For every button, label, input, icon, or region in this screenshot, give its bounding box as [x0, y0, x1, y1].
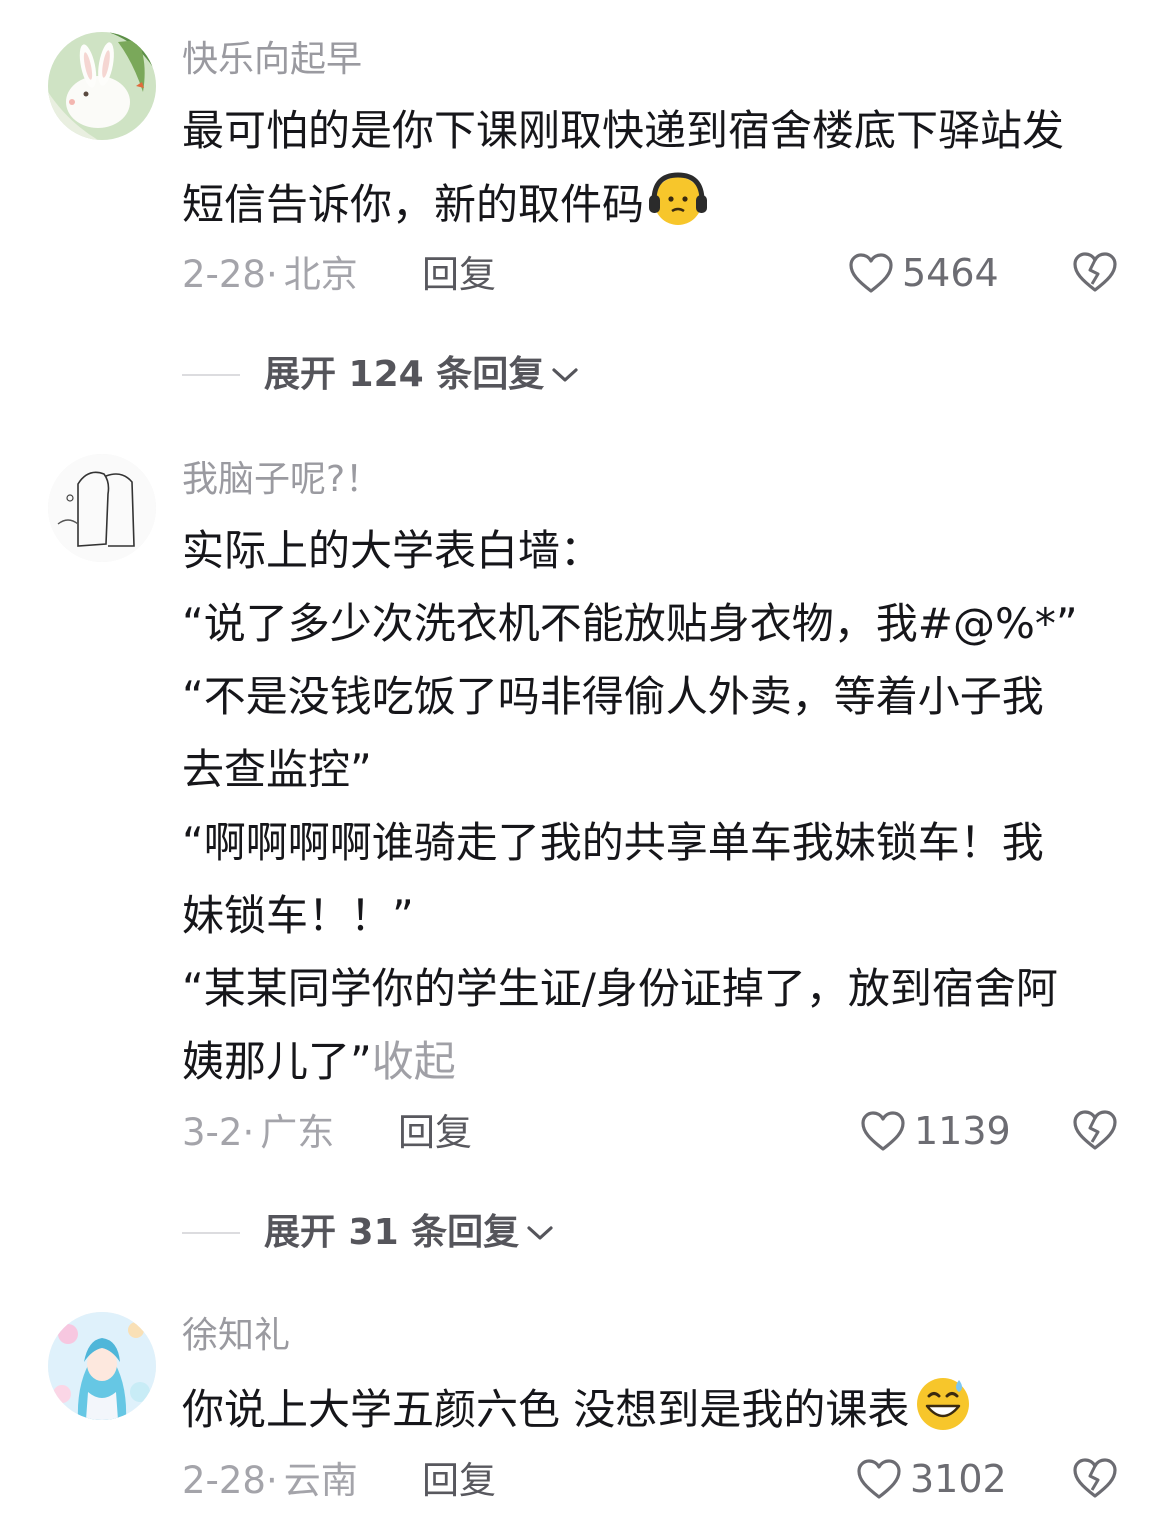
comment-meta: 2-28· 北京 — [182, 252, 358, 298]
username[interactable]: 快乐向起早 — [182, 38, 362, 82]
grinning-sweat-emoji — [917, 1378, 970, 1430]
divider-line — [182, 374, 240, 376]
reply-button[interactable]: 回复 — [422, 252, 496, 298]
comment-text: 实际上的大学表白墙： “说了多少次洗衣机不能放贴身衣物，我#@%*” “不是没钱… — [182, 514, 1122, 1098]
comment-location: 北京 — [283, 253, 358, 296]
dislike-button[interactable] — [1072, 1108, 1122, 1158]
avatar[interactable] — [48, 454, 156, 562]
dislike-button[interactable] — [1072, 250, 1122, 300]
avatar[interactable] — [48, 1312, 156, 1420]
comment-location: 广东 — [260, 1111, 335, 1154]
comment-date: 2-28 — [182, 1459, 266, 1502]
comment-date: 3-2 — [182, 1111, 243, 1154]
comment-line: “不是没钱吃饭了吗非得偷人外卖，等着小子我 — [182, 672, 1044, 721]
comment-text: 最可怕的是你下课刚取快递到宿舍楼底下驿站发 短信告诉你，新的取件码 — [182, 94, 1122, 241]
broken-heart-icon — [1073, 1458, 1117, 1498]
anime-girl-avatar-image — [48, 1312, 156, 1420]
dislike-button[interactable] — [1072, 1456, 1122, 1506]
comment-line-text: 姨那儿了” — [182, 1037, 372, 1086]
collapse-link[interactable]: 收起 — [372, 1037, 456, 1086]
expand-replies[interactable]: 展开 31 条回复 — [182, 1210, 555, 1256]
avatar[interactable] — [48, 32, 156, 140]
comment-line: 妹锁车！！” — [182, 891, 414, 940]
comment-line: 去查监控” — [182, 745, 372, 794]
like-count: 1139 — [914, 1109, 1011, 1153]
heart-icon — [849, 253, 893, 293]
comment-line: 短信告诉你，新的取件码 — [182, 167, 1122, 241]
headphones-face-emoji — [649, 172, 708, 225]
comment-line: “某某同学你的学生证/身份证掉了，放到宿舍阿 — [182, 964, 1058, 1013]
meta-separator: · — [265, 1459, 278, 1502]
username[interactable]: 我脑子呢?！ — [182, 458, 381, 502]
comment-line-text: 短信告诉你，新的取件码 — [182, 180, 645, 229]
broken-heart-icon — [1073, 252, 1117, 292]
expand-replies-label[interactable]: 展开 124 条回复 — [264, 352, 544, 398]
username[interactable]: 徐知礼 — [182, 1314, 290, 1358]
like-count: 3102 — [910, 1457, 1007, 1501]
heart-icon — [857, 1459, 901, 1499]
expand-replies[interactable]: 展开 124 条回复 — [182, 352, 580, 398]
comment-line: “啊啊啊啊谁骑走了我的共享单车我妹锁车！我 — [182, 818, 1044, 867]
comment-line-text: 你说上大学五颜六色 没想到是我的课表 — [182, 1385, 910, 1434]
sketch-avatar-image — [48, 454, 156, 562]
comment-line: 实际上的大学表白墙： — [182, 526, 603, 575]
chevron-down-icon — [527, 1226, 553, 1240]
chevron-down-icon — [552, 368, 578, 382]
comment-line: 你说上大学五颜六色 没想到是我的课表 — [182, 1372, 1122, 1446]
bunny-avatar-image — [48, 32, 156, 140]
expand-replies-label[interactable]: 展开 31 条回复 — [264, 1210, 519, 1256]
comment-line: “说了多少次洗衣机不能放贴身衣物，我#@%*” — [182, 599, 1078, 648]
reply-button[interactable]: 回复 — [422, 1458, 496, 1504]
like-count: 5464 — [902, 251, 999, 295]
comment-line: 姨那儿了”收起 — [182, 1025, 1122, 1098]
heart-icon — [861, 1111, 905, 1151]
like-button[interactable]: 3102 — [856, 1454, 1007, 1504]
comment-meta: 2-28· 云南 — [182, 1458, 358, 1504]
meta-separator: · — [265, 253, 278, 296]
comment-location: 云南 — [283, 1459, 358, 1502]
meta-separator: · — [242, 1111, 255, 1154]
comment-date: 2-28 — [182, 253, 266, 296]
reply-button[interactable]: 回复 — [398, 1110, 472, 1156]
like-button[interactable]: 5464 — [848, 248, 999, 298]
comment-meta: 3-2· 广东 — [182, 1110, 334, 1156]
like-button[interactable]: 1139 — [860, 1106, 1011, 1156]
comment-line: 最可怕的是你下课刚取快递到宿舍楼底下驿站发 — [182, 106, 1065, 155]
broken-heart-icon — [1073, 1110, 1117, 1150]
comment-text: 你说上大学五颜六色 没想到是我的课表 — [182, 1372, 1122, 1446]
divider-line — [182, 1232, 240, 1234]
